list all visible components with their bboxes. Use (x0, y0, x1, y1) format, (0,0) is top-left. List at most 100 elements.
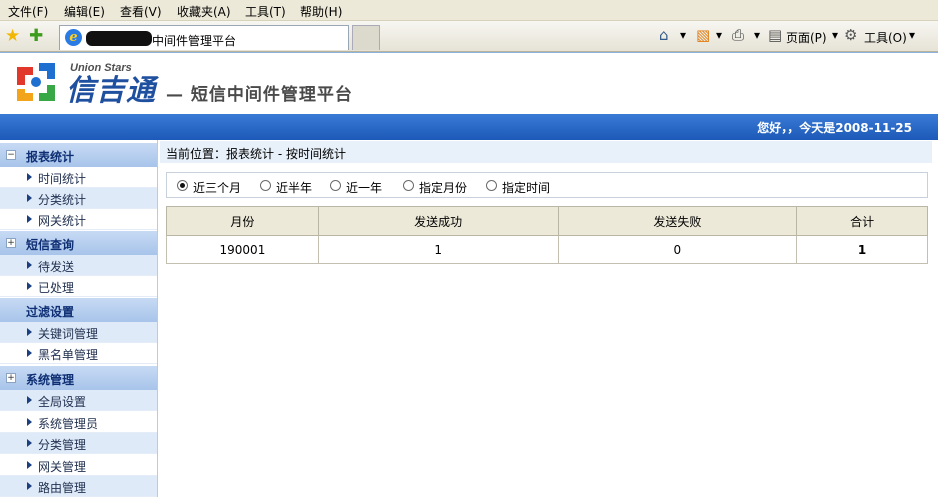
arrow-right-icon (27, 482, 32, 490)
arrow-right-icon (27, 215, 32, 223)
menu-edit[interactable]: 编辑(E) (64, 3, 105, 20)
arrow-right-icon (27, 461, 32, 469)
menu-help[interactable]: 帮助(H) (300, 3, 342, 20)
sidebar-item-keywords[interactable]: 关键词管理 (0, 322, 157, 343)
column-header-month: 月份 (166, 206, 319, 236)
sidebar-item-global-settings[interactable]: 全局设置 (0, 390, 157, 411)
radio-label: 近三个月 (193, 181, 242, 195)
sidebar-item-gateway-mgmt[interactable]: 网关管理 (0, 455, 157, 476)
gear-icon: ⚙ (844, 26, 858, 44)
sidebar-group-label: 报表统计 (26, 150, 75, 164)
menu-tools[interactable]: 工具(T) (245, 3, 286, 20)
sidebar-item-label: 分类统计 (38, 193, 87, 207)
print-icon[interactable]: ⎙ (732, 26, 744, 44)
arrow-right-icon (27, 439, 32, 447)
menu-favorites[interactable]: 收藏夹(A) (177, 3, 231, 20)
sidebar-item-label: 时间统计 (38, 172, 87, 186)
sidebar-item-label: 网关统计 (38, 214, 87, 228)
sidebar-item-label: 黑名单管理 (38, 348, 99, 362)
sidebar-item-time-stats[interactable]: 时间统计 (0, 167, 157, 188)
menu-view[interactable]: 查看(V) (120, 3, 162, 20)
column-header-total: 合计 (796, 206, 928, 236)
arrow-right-icon (27, 194, 32, 202)
rss-feed-icon[interactable]: ▧ (696, 26, 710, 44)
sidebar-item-admins[interactable]: 系统管理员 (0, 412, 157, 433)
breadcrumb-text: 当前位置：报表统计 - 按时间统计 (166, 147, 346, 161)
print-dropdown-icon[interactable]: ▾ (754, 28, 760, 42)
browser-toolbar: ★ ✚ e 中间件管理平台 ⌂ ▾ ▧ ▾ ⎙ ▾ ▤ 页面(P) ▾ ⚙ 工具… (0, 21, 938, 52)
sidebar-item-category-stats[interactable]: 分类统计 (0, 188, 157, 209)
browser-tab[interactable]: e 中间件管理平台 (59, 25, 349, 50)
new-tab-button[interactable] (352, 25, 380, 50)
arrow-right-icon (27, 282, 32, 290)
sidebar-group-label: 过滤设置 (26, 305, 75, 319)
sidebar-item-label: 关键词管理 (38, 327, 99, 341)
radio-label: 近半年 (276, 181, 313, 195)
cell-total: 1 (796, 235, 928, 264)
feed-dropdown-icon[interactable]: ▾ (716, 28, 722, 42)
cell-sent-success: 1 (317, 235, 559, 264)
sidebar-item-blacklist[interactable]: 黑名单管理 (0, 343, 157, 364)
arrow-right-icon (27, 173, 32, 181)
home-icon[interactable]: ⌂ (659, 26, 669, 44)
page-title: — 短信中间件管理平台 (166, 85, 353, 105)
arrow-right-icon (27, 349, 32, 357)
favorites-star-icon[interactable]: ★ (5, 26, 20, 46)
tools-dropdown-icon[interactable]: ▾ (909, 28, 915, 42)
sidebar-item-label: 系统管理员 (38, 417, 99, 431)
menu-file[interactable]: 文件(F) (8, 3, 48, 20)
tab-title: 中间件管理平台 (152, 34, 237, 48)
time-range-filter: 近三个月 近半年 近一年 指定月份 指定时间 (166, 172, 928, 198)
column-header-sent-failed: 发送失败 (557, 206, 798, 236)
radio-selected-icon[interactable] (177, 180, 188, 191)
radio-icon[interactable] (486, 180, 497, 191)
cell-month: 190001 (166, 235, 319, 264)
sidebar-group-label: 短信查询 (26, 238, 75, 252)
column-header-sent-success: 发送成功 (317, 206, 559, 236)
stats-table: 月份 发送成功 发送失败 合计 190001 1 0 1 (166, 206, 928, 264)
site-header: Union Stars 信吉通 — 短信中间件管理平台 (0, 52, 938, 114)
logo-chinese-text: 信吉通 (66, 73, 157, 107)
collapse-icon[interactable]: − (6, 150, 16, 160)
breadcrumb: 当前位置：报表统计 - 按时间统计 (160, 141, 932, 163)
radio-icon[interactable] (260, 180, 271, 191)
header-status-bar: 您好，，今天是2008-11-25 (0, 114, 938, 140)
arrow-right-icon (27, 261, 32, 269)
expand-icon[interactable]: + (6, 238, 16, 248)
sidebar-nav: − 报表统计 时间统计 分类统计 网关统计 + 短信查询 待发送 已处理 过滤设… (0, 140, 158, 497)
sidebar-item-processed[interactable]: 已处理 (0, 276, 157, 297)
sidebar-group-filters[interactable]: 过滤设置 (0, 298, 157, 322)
sidebar-item-label: 全局设置 (38, 395, 87, 409)
page-menu-button[interactable]: 页面(P) (786, 29, 827, 46)
union-stars-logo-icon (17, 63, 55, 101)
home-dropdown-icon[interactable]: ▾ (680, 28, 686, 42)
radio-icon[interactable] (330, 180, 341, 191)
greeting-text: 您好，，今天是2008-11-25 (757, 121, 912, 135)
page-icon: ▤ (768, 26, 783, 44)
sidebar-group-reports[interactable]: − 报表统计 (0, 143, 157, 167)
sidebar-item-pending[interactable]: 待发送 (0, 255, 157, 276)
sidebar-group-sms-query[interactable]: + 短信查询 (0, 231, 157, 255)
page-dropdown-icon[interactable]: ▾ (832, 28, 838, 42)
sidebar-item-routing-mgmt[interactable]: 路由管理 (0, 476, 157, 497)
tools-menu-button[interactable]: 工具(O) (864, 29, 907, 46)
arrow-right-icon (27, 328, 32, 336)
table-row: 190001 1 0 1 (166, 235, 928, 264)
expand-icon[interactable]: + (6, 373, 16, 383)
redacted-text (86, 31, 152, 46)
table-header-row: 月份 发送成功 发送失败 合计 (166, 206, 928, 236)
sidebar-item-gateway-stats[interactable]: 网关统计 (0, 209, 157, 230)
sidebar-item-label: 分类管理 (38, 438, 87, 452)
add-favorite-icon[interactable]: ✚ (29, 26, 43, 46)
radio-icon[interactable] (403, 180, 414, 191)
sidebar-group-label: 系统管理 (26, 373, 75, 387)
sidebar-group-system[interactable]: + 系统管理 (0, 366, 157, 390)
sidebar-item-label: 已处理 (38, 281, 75, 295)
sidebar-item-category-mgmt[interactable]: 分类管理 (0, 433, 157, 454)
radio-label: 指定时间 (502, 181, 551, 195)
sidebar-item-label: 待发送 (38, 260, 75, 274)
arrow-right-icon (27, 396, 32, 404)
sidebar-item-label: 路由管理 (38, 481, 87, 495)
sidebar-item-label: 网关管理 (38, 460, 87, 474)
radio-label: 指定月份 (419, 181, 468, 195)
